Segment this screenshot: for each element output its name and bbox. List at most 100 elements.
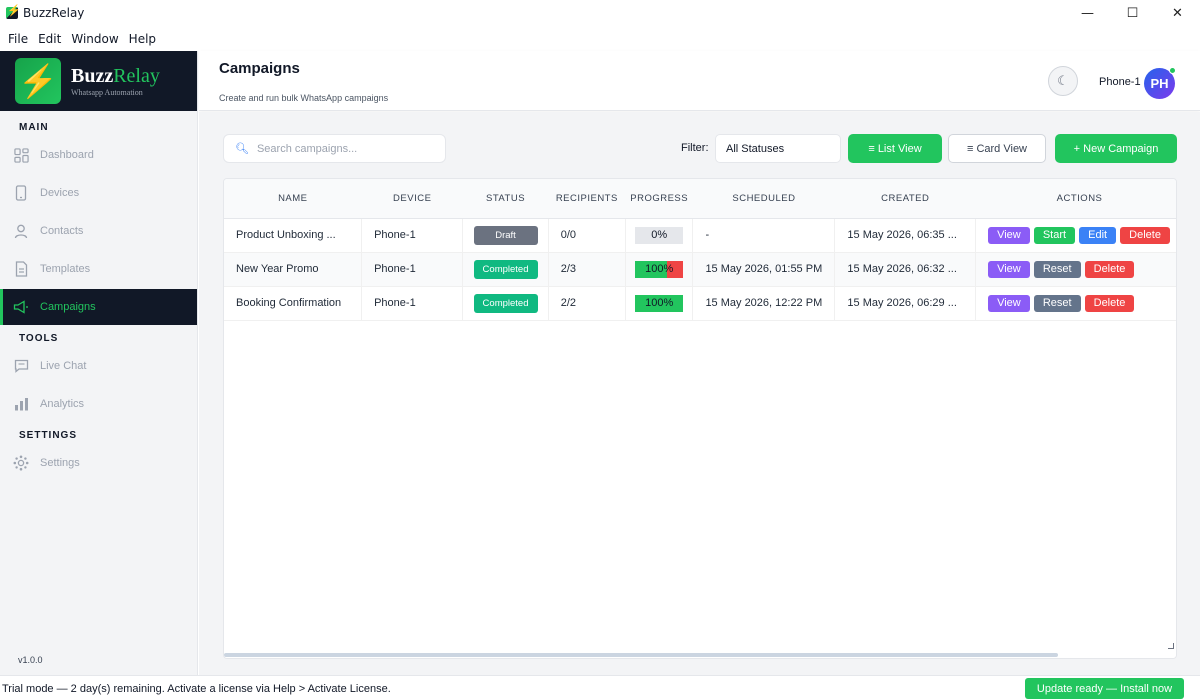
view-button[interactable]: View <box>988 260 1030 278</box>
campaign-scheduled: 15 May 2026, 12:22 PM <box>692 286 836 321</box>
campaign-recipients: 0/0 <box>548 218 626 253</box>
column-header-recipients: RECIPIENTS <box>548 179 626 219</box>
phone-icon <box>13 185 29 201</box>
brand-subtitle: Whatsapp Automation <box>71 87 143 97</box>
start-button[interactable]: Start <box>1033 226 1076 244</box>
theme-toggle-button[interactable]: ☾ <box>1048 66 1078 96</box>
main-content: 🔍︎ Search campaigns... Filter: All Statu… <box>199 112 1200 675</box>
filter-label: Filter: <box>681 142 709 154</box>
person-icon <box>13 223 29 239</box>
horizontal-scrollbar[interactable] <box>224 651 1176 658</box>
online-status-dot <box>1169 67 1176 74</box>
menu-window[interactable]: Window <box>67 32 122 46</box>
document-icon <box>13 261 29 277</box>
campaigns-table: NAME DEVICE STATUS RECIPIENTS PROGRESS S… <box>223 178 1177 659</box>
sidebar-item-label: Contacts <box>40 225 84 237</box>
status-badge: Completed <box>473 293 538 313</box>
sidebar-item-label: Live Chat <box>40 360 87 372</box>
chat-icon <box>13 358 29 374</box>
column-header-actions: ACTIONS <box>975 179 1176 219</box>
sidebar-item-dashboard[interactable]: Dashboard <box>0 137 197 173</box>
view-button[interactable]: View <box>988 226 1030 244</box>
resize-grip-icon[interactable] <box>1168 643 1174 649</box>
view-button[interactable]: View <box>988 294 1030 312</box>
sidebar-item-label: Settings <box>40 457 80 469</box>
menu-bar: File Edit Window Help <box>0 26 1200 51</box>
page-header: Campaigns Create and run bulk WhatsApp c… <box>199 51 1200 111</box>
sidebar-item-templates[interactable]: Templates <box>0 251 197 287</box>
table-row: New Year Promo Phone-1 Completed 2/3 100… <box>224 252 1176 287</box>
sidebar-item-label: Analytics <box>40 398 85 410</box>
progress-text: 100% <box>645 262 674 275</box>
menu-edit[interactable]: Edit <box>34 32 65 46</box>
column-header-progress: PROGRESS <box>625 179 693 219</box>
status-badge: Completed <box>473 259 538 279</box>
progress-text: 0% <box>651 228 668 241</box>
dashboard-icon <box>13 147 29 163</box>
progress-bar: 100% <box>635 260 684 278</box>
section-tools: TOOLS <box>19 333 59 344</box>
status-badge: Draft <box>473 225 538 245</box>
campaign-created: 15 May 2026, 06:29 ... <box>834 286 977 321</box>
delete-button[interactable]: Delete <box>1084 260 1135 278</box>
column-header-status: STATUS <box>462 179 549 219</box>
campaign-created: 15 May 2026, 06:32 ... <box>834 252 977 287</box>
menu-help[interactable]: Help <box>125 32 160 46</box>
reset-button[interactable]: Reset <box>1033 260 1081 278</box>
sidebar-item-label: Dashboard <box>40 149 94 161</box>
reset-button[interactable]: Reset <box>1033 294 1081 312</box>
install-update-button[interactable]: Update ready — Install now <box>1025 678 1184 699</box>
search-input[interactable]: 🔍︎ Search campaigns... <box>223 134 446 163</box>
title-bar: BuzzRelay — ☐ ✕ <box>0 0 1200 26</box>
section-main: MAIN <box>19 122 49 133</box>
campaign-device: Phone-1 <box>361 286 464 321</box>
column-header-scheduled: SCHEDULED <box>692 179 835 219</box>
scrollbar-thumb[interactable] <box>224 653 1058 657</box>
table-header: NAME DEVICE STATUS RECIPIENTS PROGRESS S… <box>224 179 1176 219</box>
card-view-button[interactable]: ≡ Card View <box>948 134 1046 163</box>
table-row: Product Unboxing ... Phone-1 Draft 0/0 0… <box>224 218 1176 253</box>
sidebar-item-devices[interactable]: Devices <box>0 175 197 211</box>
trial-notice: Trial mode — 2 day(s) remaining. Activat… <box>2 683 391 695</box>
sidebar: ⚡ BuzzRelay Whatsapp Automation MAIN Das… <box>0 51 198 675</box>
brand-name: BuzzRelay <box>71 64 160 87</box>
status-filter-select[interactable]: All Statuses <box>715 134 841 163</box>
menu-file[interactable]: File <box>4 32 32 46</box>
app-icon <box>6 4 21 19</box>
delete-button[interactable]: Delete <box>1120 226 1170 244</box>
minimize-button[interactable]: — <box>1065 0 1110 26</box>
progress-bar: 100% <box>635 294 684 312</box>
sidebar-item-settings[interactable]: Settings <box>0 445 197 481</box>
campaign-name: Booking Confirmation <box>224 286 363 321</box>
list-view-button[interactable]: ≡ List View <box>848 134 942 163</box>
sidebar-item-live-chat[interactable]: Live Chat <box>0 348 197 384</box>
page-subtitle: Create and run bulk WhatsApp campaigns <box>219 93 389 103</box>
sidebar-item-campaigns[interactable]: Campaigns <box>0 289 197 325</box>
app-version: v1.0.0 <box>18 655 43 665</box>
sidebar-item-label: Campaigns <box>40 301 96 313</box>
moon-icon: ☾ <box>1057 73 1069 88</box>
brand: ⚡ BuzzRelay Whatsapp Automation <box>0 51 197 111</box>
sidebar-item-analytics[interactable]: Analytics <box>0 386 197 422</box>
sidebar-item-contacts[interactable]: Contacts <box>0 213 197 249</box>
bar-chart-icon <box>13 396 29 412</box>
delete-button[interactable]: Delete <box>1084 294 1135 312</box>
sidebar-item-label: Devices <box>40 187 80 199</box>
campaign-scheduled: 15 May 2026, 01:55 PM <box>692 252 836 287</box>
campaign-recipients: 2/2 <box>548 286 626 321</box>
status-bar: Trial mode — 2 day(s) remaining. Activat… <box>0 675 1200 700</box>
close-button[interactable]: ✕ <box>1155 0 1200 26</box>
new-campaign-button[interactable]: + New Campaign <box>1055 134 1177 163</box>
campaign-recipients: 2/3 <box>548 252 626 287</box>
window-controls: — ☐ ✕ <box>1065 0 1200 26</box>
maximize-button[interactable]: ☐ <box>1110 0 1155 26</box>
column-header-name: NAME <box>224 179 362 219</box>
campaign-device: Phone-1 <box>361 252 464 287</box>
lightning-bolt-icon: ⚡ <box>15 58 61 104</box>
column-header-device: DEVICE <box>361 179 463 219</box>
edit-button[interactable]: Edit <box>1079 226 1117 244</box>
current-device-label: Phone-1 <box>1099 76 1141 88</box>
column-header-created: CREATED <box>834 179 976 219</box>
campaign-name: New Year Promo <box>224 252 363 287</box>
campaign-scheduled: - <box>692 218 836 253</box>
